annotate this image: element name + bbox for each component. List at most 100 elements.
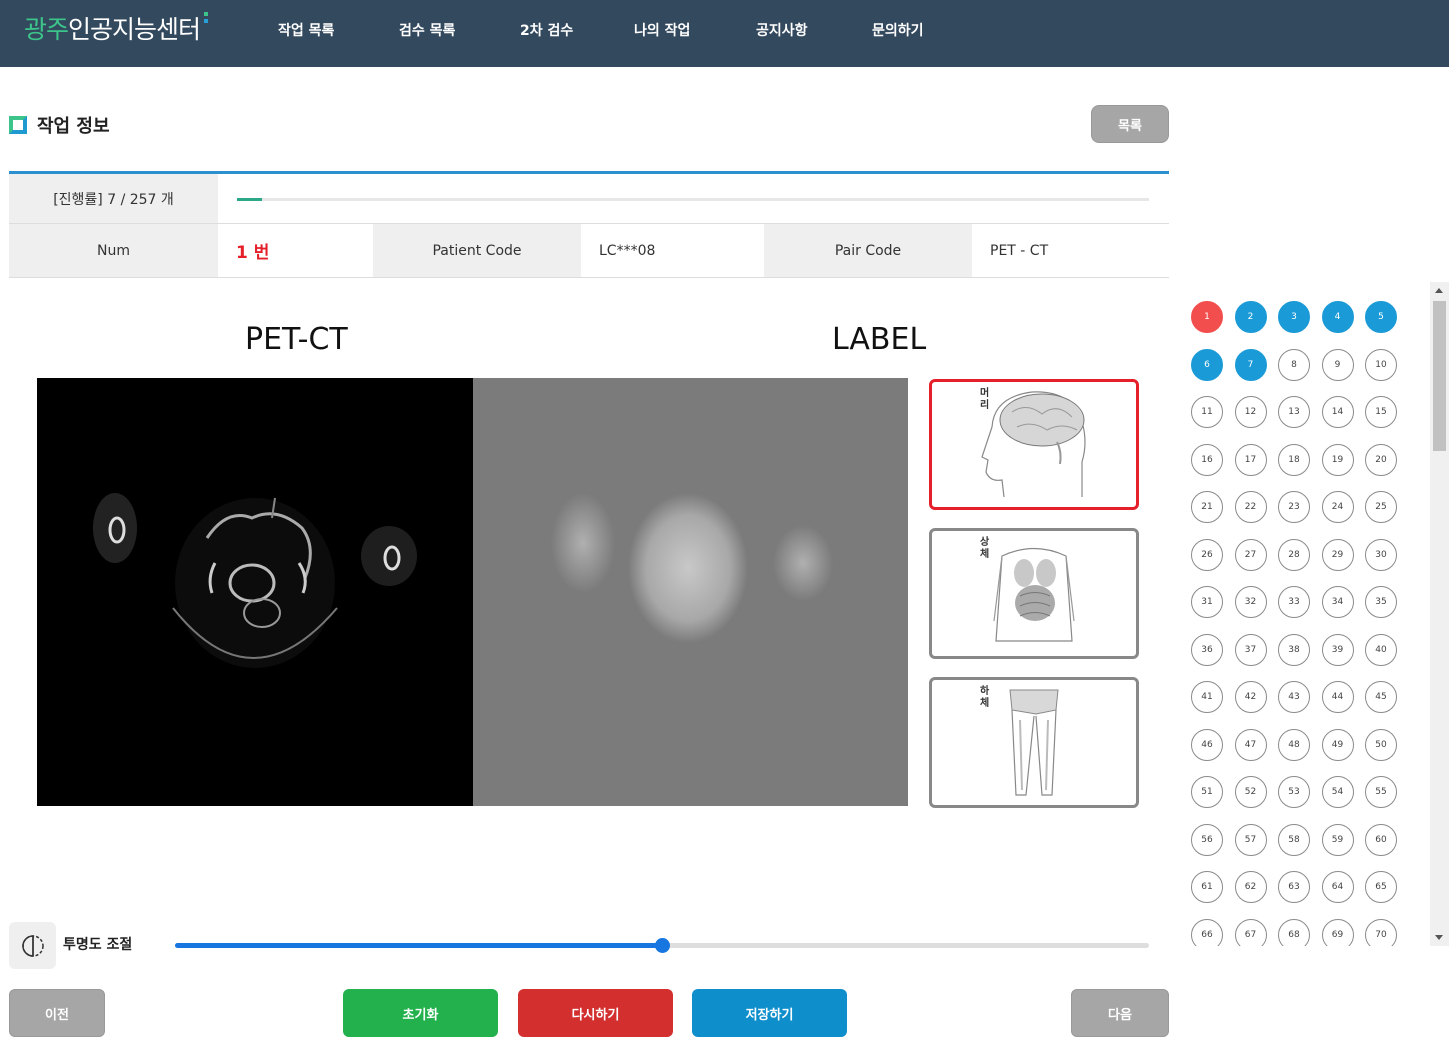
slice-thumbnail[interactable]: 10 [1365, 348, 1397, 381]
nav-inquiry[interactable]: 문의하기 [872, 20, 924, 40]
nav-review-list[interactable]: 검수 목록 [399, 20, 455, 40]
slice-thumbnail[interactable]: 34 [1321, 586, 1354, 618]
nav-work-list[interactable]: 작업 목록 [278, 20, 334, 40]
slice-thumbnail[interactable]: 56 [1191, 823, 1223, 856]
slice-thumbnail[interactable]: 6 [1191, 348, 1223, 381]
slice-thumbnail[interactable]: 24 [1321, 491, 1354, 523]
label-card-head[interactable]: 머리 [929, 379, 1139, 510]
slice-thumbnail[interactable]: 8 [1278, 348, 1310, 381]
slice-thumbnail[interactable]: 61 [1191, 871, 1223, 903]
slice-thumbnail[interactable]: 38 [1278, 633, 1310, 666]
nav-my-work[interactable]: 나의 작업 [634, 20, 690, 40]
progress-bar [237, 198, 1149, 201]
slice-thumbnail[interactable]: 43 [1278, 681, 1310, 713]
opacity-icon[interactable] [9, 922, 56, 969]
slice-thumbnail[interactable]: 47 [1234, 728, 1267, 761]
lower-body-icon [1009, 689, 1059, 796]
slice-thumbnail[interactable]: 46 [1191, 728, 1223, 761]
reset-button[interactable]: 초기화 [343, 989, 498, 1037]
slice-thumbnail[interactable]: 7 [1234, 348, 1267, 381]
slice-thumbnail[interactable]: 1 [1191, 301, 1223, 333]
slice-thumbnail[interactable]: 11 [1191, 396, 1223, 428]
slice-thumbnail[interactable]: 69 [1321, 918, 1354, 946]
slice-thumbnail[interactable]: 16 [1191, 443, 1223, 476]
slice-thumbnail[interactable]: 52 [1234, 776, 1267, 808]
opacity-slider-knob[interactable] [655, 938, 670, 953]
slice-thumbnail[interactable]: 60 [1365, 823, 1397, 856]
slice-thumbnail[interactable]: 32 [1234, 586, 1267, 618]
slice-thumbnail[interactable]: 22 [1234, 491, 1267, 523]
slice-thumbnail[interactable]: 20 [1365, 443, 1397, 476]
opacity-slider[interactable] [175, 938, 1149, 953]
slice-thumbnail[interactable]: 28 [1278, 538, 1310, 571]
save-button[interactable]: 저장하기 [692, 989, 847, 1037]
slice-thumbnail[interactable]: 37 [1234, 633, 1267, 666]
slice-thumbnail[interactable]: 48 [1278, 728, 1310, 761]
slice-thumbnail[interactable]: 54 [1321, 776, 1354, 808]
slice-thumbnail[interactable]: 68 [1278, 918, 1310, 946]
ct-scan-image[interactable] [37, 378, 473, 806]
slice-thumbnail[interactable]: 15 [1365, 396, 1397, 428]
nav-notice[interactable]: 공지사항 [756, 20, 808, 40]
slice-thumbnail[interactable]: 17 [1234, 443, 1267, 476]
slice-thumbnail[interactable]: 23 [1278, 491, 1310, 523]
slice-thumbnail-list[interactable]: 1 2 3 4 5 6 7 8 9 10 11 12 13 14 15 16 17 18 19 20 21 22 23 24 2… [1177, 282, 1449, 946]
slice-thumbnail[interactable]: 49 [1321, 728, 1354, 761]
slice-thumbnail[interactable]: 63 [1278, 871, 1310, 903]
logo-text-2: 인공지능센터 [68, 15, 201, 44]
thumbnail-scrollbar[interactable] [1430, 282, 1449, 946]
slice-thumbnail[interactable]: 33 [1278, 586, 1310, 618]
slice-thumbnail[interactable]: 35 [1365, 586, 1397, 618]
slice-thumbnail[interactable]: 44 [1321, 681, 1354, 713]
slice-thumbnail[interactable]: 25 [1365, 491, 1397, 523]
slice-thumbnail[interactable]: 31 [1191, 586, 1223, 618]
slice-thumbnail[interactable]: 3 [1278, 301, 1310, 333]
nav-second-review[interactable]: 2차 검수 [520, 20, 573, 40]
slice-thumbnail[interactable]: 41 [1191, 681, 1223, 713]
slice-thumbnail[interactable]: 21 [1191, 491, 1223, 523]
slice-thumbnail[interactable]: 65 [1365, 871, 1397, 903]
slice-thumbnail[interactable]: 62 [1234, 871, 1267, 903]
slice-thumbnail[interactable]: 29 [1321, 538, 1354, 571]
slice-thumbnail[interactable]: 55 [1365, 776, 1397, 808]
slice-thumbnail[interactable]: 19 [1321, 443, 1354, 476]
slice-thumbnail[interactable]: 4 [1321, 301, 1354, 333]
slice-thumbnail[interactable]: 53 [1278, 776, 1310, 808]
slice-thumbnail[interactable]: 70 [1365, 918, 1397, 946]
site-logo[interactable]: 광주인공지능센터 [24, 10, 209, 46]
slice-thumbnail[interactable]: 36 [1191, 633, 1223, 666]
slice-thumbnail[interactable]: 59 [1321, 823, 1354, 856]
slice-thumbnail[interactable]: 66 [1191, 918, 1223, 946]
scrollbar-thumb[interactable] [1433, 301, 1446, 451]
scroll-up-icon[interactable] [1435, 288, 1443, 293]
next-button[interactable]: 다음 [1071, 989, 1169, 1037]
slice-thumbnail[interactable]: 18 [1278, 443, 1310, 476]
slice-thumbnail[interactable]: 13 [1278, 396, 1310, 428]
list-button[interactable]: 목록 [1091, 105, 1169, 143]
scroll-down-icon[interactable] [1435, 935, 1443, 940]
slice-thumbnail[interactable]: 27 [1234, 538, 1267, 571]
label-card-lower-body[interactable]: 하체 [929, 677, 1139, 808]
slice-thumbnail[interactable]: 2 [1234, 301, 1267, 333]
slice-thumbnail[interactable]: 30 [1365, 538, 1397, 571]
slice-thumbnail[interactable]: 67 [1234, 918, 1267, 946]
slice-thumbnail[interactable]: 40 [1365, 633, 1397, 666]
slice-thumbnail[interactable]: 42 [1234, 681, 1267, 713]
slice-thumbnail[interactable]: 51 [1191, 776, 1223, 808]
redo-button[interactable]: 다시하기 [518, 989, 673, 1037]
slice-thumbnail[interactable]: 9 [1321, 348, 1354, 381]
slice-thumbnail[interactable]: 5 [1365, 301, 1397, 333]
slice-thumbnail[interactable]: 50 [1365, 728, 1397, 761]
slice-thumbnail[interactable]: 58 [1278, 823, 1310, 856]
pet-scan-image[interactable] [473, 378, 908, 806]
slice-thumbnail[interactable]: 45 [1365, 681, 1397, 713]
slice-thumbnail[interactable]: 12 [1234, 396, 1267, 428]
slice-thumbnail[interactable]: 57 [1234, 823, 1267, 856]
slice-thumbnail[interactable]: 64 [1321, 871, 1354, 903]
prev-button[interactable]: 이전 [9, 989, 105, 1037]
label-card-upper-body[interactable]: 상체 [929, 528, 1139, 659]
slice-thumbnail[interactable]: 26 [1191, 538, 1223, 571]
slice-thumbnail[interactable]: 39 [1321, 633, 1354, 666]
slice-thumbnail[interactable]: 14 [1321, 396, 1354, 428]
label-title: LABEL [832, 322, 927, 357]
